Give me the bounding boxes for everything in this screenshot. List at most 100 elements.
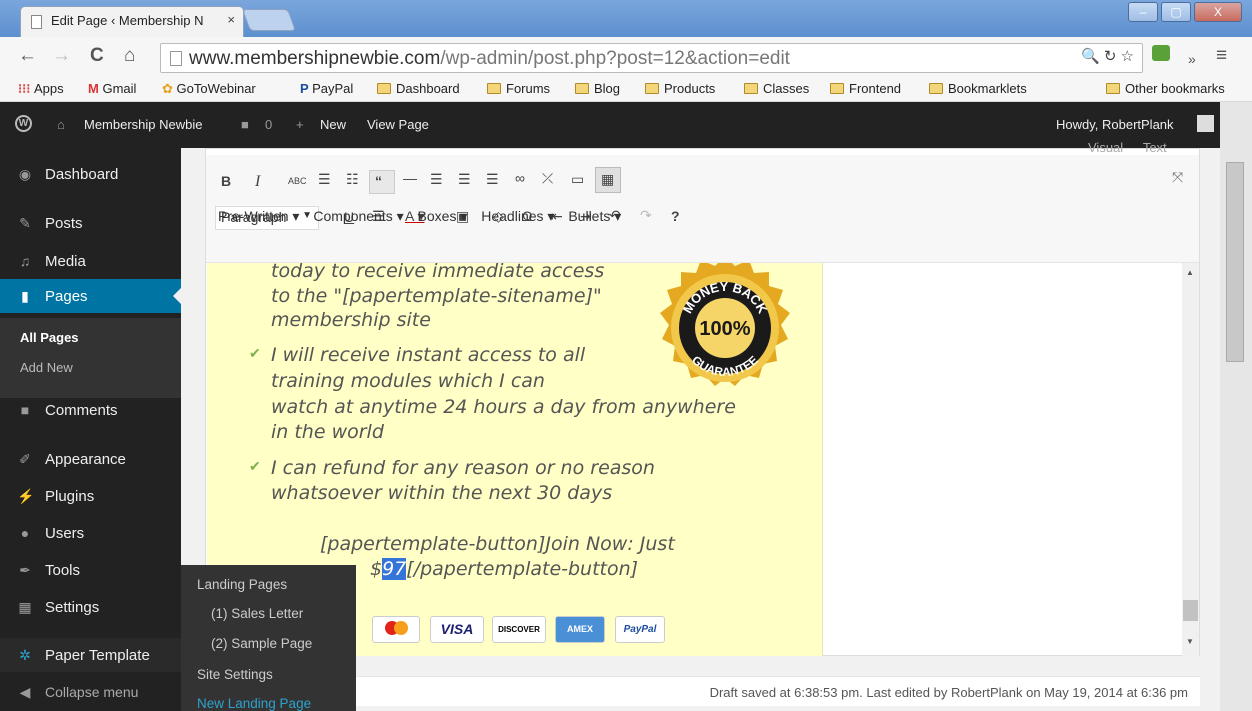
- comment-icon: ■: [20, 402, 30, 418]
- menu-pages[interactable]: ▮ Pages: [0, 279, 181, 313]
- unlink-icon[interactable]: ⤫: [542, 170, 553, 187]
- shortcode-line: [papertemplate-button]Join Now: Just: [320, 533, 675, 555]
- link-icon[interactable]: ∞: [515, 170, 525, 186]
- bookmark-other[interactable]: Other bookmarks: [1106, 81, 1225, 96]
- scrollbar-thumb[interactable]: [1226, 162, 1244, 362]
- selected-text[interactable]: 97: [382, 558, 407, 580]
- flyout-site-settings[interactable]: Site Settings: [197, 667, 273, 682]
- close-window-button[interactable]: X: [1194, 2, 1242, 22]
- bookmark-gotowebinar[interactable]: ✿ GoToWebinar: [162, 81, 256, 97]
- bookmark-folder[interactable]: Products: [645, 81, 715, 96]
- bookmark-folder[interactable]: Bookmarklets: [929, 81, 1027, 96]
- pin-icon: ✎: [19, 215, 31, 231]
- bookmark-folder[interactable]: Classes: [744, 81, 809, 96]
- scrollbar-thumb[interactable]: [1183, 600, 1198, 621]
- scroll-down-icon[interactable]: ▼: [1186, 637, 1194, 646]
- bookmark-apps[interactable]: ⁝⁝⁝ Apps: [18, 81, 64, 97]
- bookmark-folder[interactable]: Dashboard: [377, 81, 460, 96]
- toolbar-row: ← → C ⌂ www.membershipnewbie.com/wp-admi…: [0, 37, 1252, 77]
- address-bar[interactable]: www.membershipnewbie.com/wp-admin/post.p…: [160, 43, 1143, 73]
- menu-posts[interactable]: ✎ Posts: [0, 206, 181, 240]
- pages-icon: ▮: [21, 288, 29, 304]
- bookmark-folder[interactable]: Frontend: [830, 81, 901, 96]
- align-left-icon[interactable]: ☰: [430, 171, 443, 188]
- menu-tools[interactable]: ✒ Tools: [0, 553, 181, 587]
- menu-pre-written[interactable]: Pre-Written ▾: [218, 208, 299, 224]
- avatar[interactable]: [1197, 115, 1214, 132]
- redo-icon[interactable]: ↷: [640, 207, 652, 224]
- bullet-list-icon[interactable]: ☰: [318, 171, 331, 188]
- editor-scrollbar[interactable]: ▲ ▼: [1182, 263, 1199, 656]
- howdy-user[interactable]: Howdy, RobertPlank: [1056, 117, 1174, 132]
- menu-appearance[interactable]: ✐ Appearance: [0, 442, 181, 476]
- collapse-menu-button[interactable]: ◀ Collapse menu: [0, 675, 181, 709]
- overflow-icon[interactable]: »: [1188, 48, 1196, 70]
- page-scrollbar[interactable]: [1220, 102, 1252, 711]
- strikethrough-icon[interactable]: ABC: [288, 176, 307, 186]
- fullscreen-icon[interactable]: ⤧: [1172, 169, 1183, 186]
- flyout-landing-pages[interactable]: Landing Pages: [197, 577, 287, 592]
- bold-icon[interactable]: B: [221, 173, 231, 189]
- gear-icon: ✲: [19, 647, 31, 663]
- menu-dashboard[interactable]: ◉ Dashboard: [0, 157, 181, 191]
- tab-text[interactable]: Text: [1143, 140, 1167, 155]
- help-icon[interactable]: ?: [671, 208, 680, 224]
- submenu-all-pages[interactable]: All Pages: [20, 330, 79, 345]
- new-link[interactable]: New: [320, 117, 346, 132]
- site-name-link[interactable]: Membership Newbie: [84, 117, 203, 132]
- minimize-button[interactable]: –: [1128, 2, 1158, 22]
- content-line: training modules which I can: [271, 370, 545, 392]
- menu-plugins[interactable]: ⚡ Plugins: [0, 479, 181, 513]
- brush-icon: ✐: [19, 451, 31, 467]
- back-icon[interactable]: ←: [18, 45, 37, 67]
- read-more-icon[interactable]: ▭: [571, 171, 584, 188]
- tab-close-icon[interactable]: ×: [227, 12, 235, 27]
- menu-settings[interactable]: ▦ Settings: [0, 590, 181, 624]
- flyout-sample-page[interactable]: (2) Sample Page: [211, 636, 312, 651]
- menu-boxes[interactable]: Boxes ▾: [418, 208, 468, 224]
- menu-comments[interactable]: ■ Comments: [0, 393, 181, 427]
- hr-icon[interactable]: —: [403, 170, 417, 186]
- menu-bullets[interactable]: Bullets ▾: [568, 208, 621, 224]
- bookmark-folder[interactable]: Forums: [487, 81, 550, 96]
- view-page-link[interactable]: View Page: [367, 117, 429, 132]
- collapse-icon: ◀: [19, 684, 31, 700]
- menu-media[interactable]: ♫ Media: [0, 244, 181, 278]
- omnibox-icons[interactable]: 🔍 ↻ ☆: [1081, 47, 1134, 65]
- extension-icon[interactable]: [1152, 45, 1170, 61]
- page-icon: [170, 51, 182, 66]
- comments-count[interactable]: 0: [265, 117, 272, 132]
- menu-components[interactable]: Components ▾: [313, 208, 403, 224]
- italic-icon[interactable]: I: [255, 173, 260, 191]
- numbered-list-icon[interactable]: ☷: [346, 171, 359, 188]
- bookmark-paypal[interactable]: P PayPal: [300, 81, 353, 96]
- align-center-icon[interactable]: ☰: [458, 171, 471, 188]
- flyout-new-landing-page[interactable]: New Landing Page: [197, 696, 311, 711]
- plus-icon: +: [296, 117, 304, 132]
- tab-visual[interactable]: Visual: [1088, 140, 1123, 155]
- align-right-icon[interactable]: ☰: [486, 171, 499, 188]
- menu-paper-template[interactable]: ✲ Paper Template: [0, 638, 181, 672]
- content-line: to the "[papertemplate-sitename]": [271, 285, 602, 307]
- scroll-up-icon[interactable]: ▲: [1186, 268, 1194, 277]
- folder-icon: [830, 83, 844, 94]
- url-path: /wp-admin/post.php?post=12&action=edit: [440, 48, 790, 69]
- toolbar-toggle-icon[interactable]: ▦: [595, 167, 621, 193]
- forward-icon[interactable]: →: [52, 45, 71, 67]
- blockquote-icon[interactable]: “: [369, 170, 395, 194]
- menu-headlines[interactable]: Headlines ▾: [481, 208, 554, 224]
- bookmark-gmail[interactable]: M Gmail: [88, 81, 136, 96]
- submenu-add-new[interactable]: Add New: [20, 360, 73, 375]
- wordpress-icon[interactable]: W: [15, 115, 32, 132]
- content-line: today to receive immediate access: [271, 263, 605, 282]
- folder-icon: [575, 83, 589, 94]
- bookmark-folder[interactable]: Blog: [575, 81, 620, 96]
- menu-users[interactable]: ● Users: [0, 516, 181, 550]
- home-icon[interactable]: ⌂: [124, 45, 135, 67]
- browser-tab[interactable]: Edit Page ‹ Membership N ×: [20, 6, 244, 37]
- menu-icon[interactable]: ≡: [1216, 45, 1227, 67]
- maximize-button[interactable]: ▢: [1161, 2, 1191, 22]
- reload-icon[interactable]: C: [90, 45, 104, 67]
- flyout-sales-letter[interactable]: (1) Sales Letter: [211, 606, 303, 621]
- new-tab-button[interactable]: [241, 9, 297, 31]
